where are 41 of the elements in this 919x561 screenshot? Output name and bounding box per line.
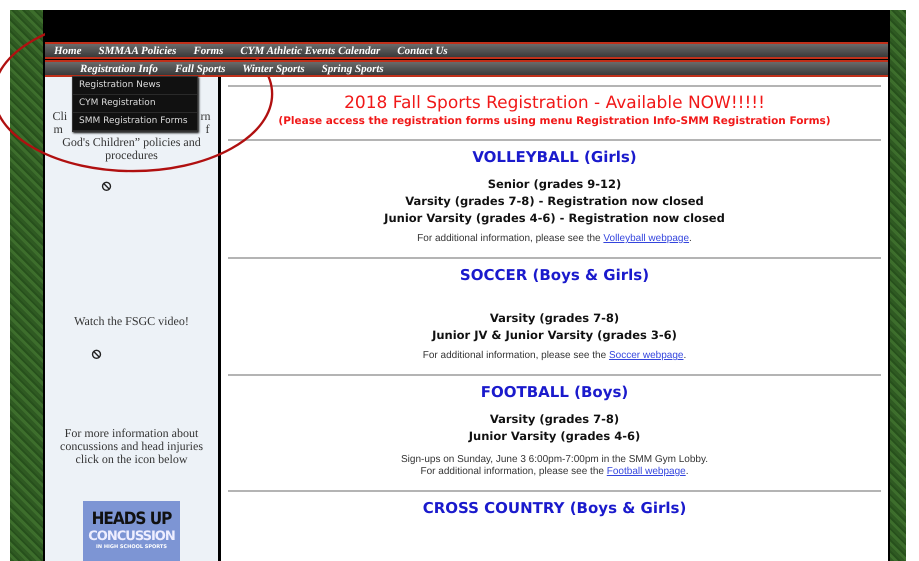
signup-note: Sign-ups on Sunday, June 3 6:00pm-7:00pm in the SMM Gym Lobby. [400,454,710,466]
division-text: Varsity (grades 7-8) - Registration now closed [404,193,705,210]
nav-link[interactable]: Forms [193,44,224,56]
info-text: For additional information, please see the Soccer webpage. [422,350,688,362]
menu-item[interactable]: SMM Registration Forms [73,113,197,131]
webpage-link[interactable]: Soccer webpage [608,350,684,361]
sidebar-text: Cli [52,110,68,123]
prohibited-icon [91,349,102,360]
division-text: Varsity (grades 7-8) [488,411,620,428]
nav-link[interactable]: Spring Sports [322,62,384,74]
info-text: For additional information, please see the Volleyball webpage. [416,233,693,245]
sidebar-text: Watch the FSGC video! [74,315,189,328]
info-text: For additional information, please see the Football webpage. [420,466,690,478]
webpage-link[interactable]: Football webpage [606,466,686,477]
menu-item[interactable]: Registration News [73,77,197,95]
announcement-subtitle: (Please access the registration forms using menu Registration Info-SMM Registration Forms) [277,115,832,127]
division-text: Junior JV & Junior Varsity (grades 3-6) [430,327,678,344]
sidebar-text: God's Children” policies and procedures [62,136,202,162]
nav-link[interactable]: Winter Sports [242,62,305,74]
sidebar-text: For more information about concussions and head injuries click on the icon below [59,426,204,466]
division-text: Senior (grades 9-12) [486,176,622,193]
menu-item[interactable]: CYM Registration [73,95,197,113]
division-text: Junior Varsity (grades 4-6) [467,428,642,445]
sport-heading: SOCCER (Boys & Girls) [460,266,650,284]
nav-link[interactable]: SMMAA Policies [98,44,176,56]
nav-link[interactable]: Home [54,44,82,56]
announcement-title: 2018 Fall Sports Registration - Available NOW!!!!! [343,93,766,113]
nav-link[interactable]: Registration Info [80,62,158,74]
sidebar-text: f [206,122,210,136]
nav-link[interactable]: Contact Us [397,44,448,56]
sidebar-text: m [54,122,63,136]
nav-link[interactable]: Fall Sports [174,62,226,74]
sport-heading: CROSS COUNTRY (Boys & Girls) [422,499,686,517]
division-text: Varsity (grades 7-8) [488,310,620,327]
nav-link[interactable]: CYM Athletic Events Calendar [240,44,380,56]
prohibited-icon [101,180,112,192]
sport-heading: FOOTBALL (Boys) [480,383,628,401]
sidebar-text: rn [200,110,210,123]
webpage-link[interactable]: Volleyball webpage [603,233,690,244]
sport-heading: VOLLEYBALL (Girls) [472,148,637,166]
division-text: Junior Varsity (grades 4-6) - Registration now closed [382,210,726,227]
